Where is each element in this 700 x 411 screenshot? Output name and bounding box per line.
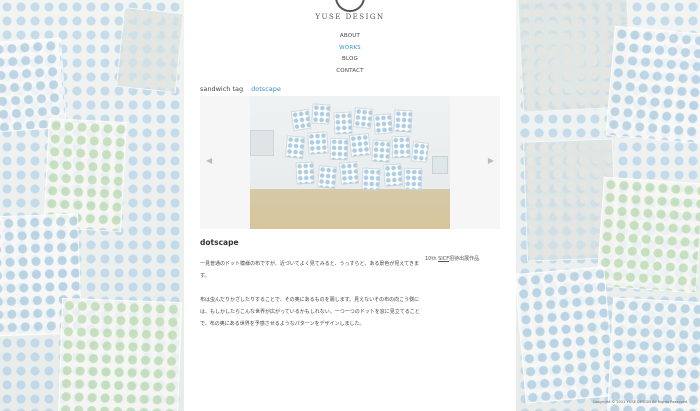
work-photo [250, 96, 450, 229]
fabric-panel [605, 25, 700, 145]
wall-frame [432, 156, 448, 174]
main-nav: ABOUT WORKS BLOG CONTACT [184, 31, 516, 77]
nav-item-blog[interactable]: BLOG [184, 54, 516, 66]
breadcrumb-current-link[interactable]: dotscape [251, 85, 281, 93]
fabric-panel [514, 266, 616, 404]
copyright-text: Copyright © 2011 YUSE DESIGN All Rights … [592, 400, 688, 404]
nav-item-contact[interactable]: CONTACT [184, 66, 516, 78]
logo-text: YUSE DESIGN [315, 13, 385, 21]
work-title: dotscape [200, 238, 239, 247]
nav-item-about[interactable]: ABOUT [184, 31, 516, 43]
work-description: 一見普通のドット模様の布ですが、近づいてよく見てみると、うっすらと、ある景色が見… [200, 258, 420, 342]
logo-mark-icon [335, 0, 365, 12]
side-note: 10th SICF招待出展作品 [425, 256, 480, 262]
breadcrumb-tag: sandwich tag [200, 85, 244, 93]
fabric-panel [57, 297, 183, 411]
description-paragraph: 布は虫んだりかざしたりすることで、その奥にあるものを覗します。見えないその布の向… [200, 297, 420, 327]
description-paragraph: 一見普通のドット模様の布ですが、近づいてよく見てみると、うっすらと、ある景色が見… [200, 261, 419, 279]
nav-item-works[interactable]: WORKS [184, 43, 516, 55]
slider-prev-icon[interactable]: ◀ [206, 156, 212, 165]
fabric-panel [115, 7, 185, 93]
slider-next-icon[interactable]: ▶ [488, 156, 494, 165]
sicf-link[interactable]: SICF [438, 256, 449, 262]
image-slider: ◀ ▶ [200, 96, 500, 229]
fabric-panel [596, 176, 700, 294]
wall-frame [250, 130, 274, 156]
breadcrumb: sandwich tag dotscape [200, 85, 281, 93]
fabric-panel [606, 297, 700, 411]
content-panel: YUSE DESIGN ABOUT WORKS BLOG CONTACT san… [184, 0, 516, 411]
